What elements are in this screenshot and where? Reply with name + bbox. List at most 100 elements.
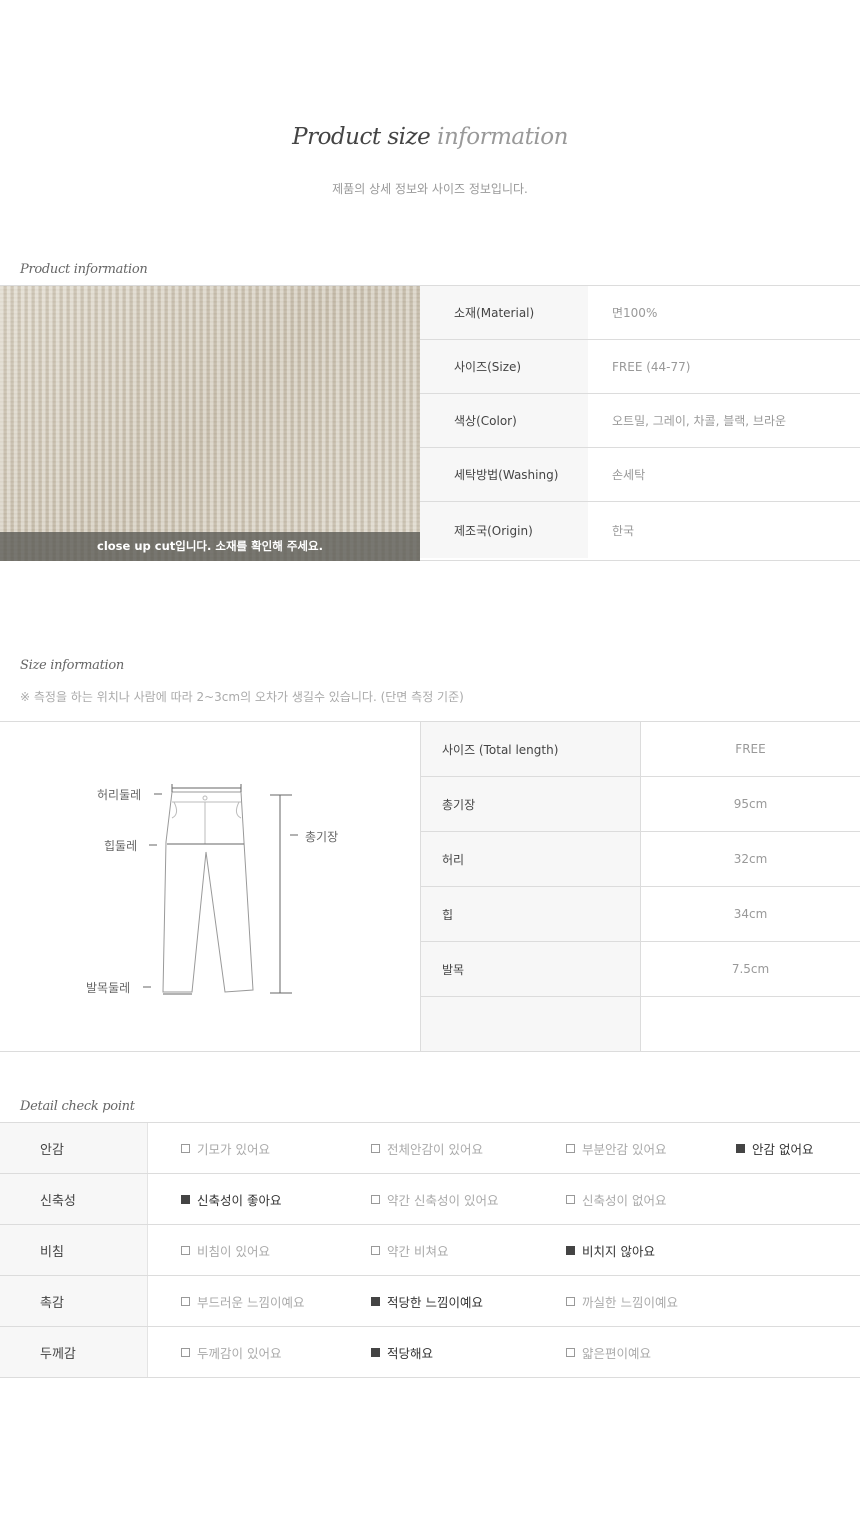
- option-label: 안감 없어요: [752, 1141, 814, 1157]
- table-row: 사이즈 (Total length) FREE: [421, 722, 860, 777]
- product-info-heading: Product information: [20, 262, 148, 277]
- table-row: 사이즈(Size) FREE (44-77): [420, 340, 860, 394]
- check-option: 전체안감이 있어요: [371, 1123, 483, 1173]
- table-row: 안감 기모가 있어요 전체안감이 있어요 부분안감 있어요 안감 없어요: [0, 1123, 860, 1174]
- row-value: FREE: [735, 742, 766, 756]
- checkbox-icon: [371, 1194, 380, 1204]
- checkbox-icon: [181, 1347, 190, 1357]
- option-label: 두께감이 있어요: [197, 1345, 282, 1361]
- row-value: 오트밀, 그레이, 차콜, 블랙, 브라운: [612, 414, 787, 428]
- table-row: 촉감 부드러운 느낌이예요 적당한 느낌이예요 까실한 느낌이예요: [0, 1276, 860, 1327]
- page-title: Product size information: [0, 124, 860, 150]
- table-row: 제조국(Origin) 한국: [420, 502, 860, 558]
- table-row: 소재(Material) 면100%: [420, 286, 860, 340]
- row-label: 발목: [421, 942, 641, 996]
- check-option: 두께감이 있어요: [181, 1327, 281, 1377]
- row-label: 제조국(Origin): [420, 502, 588, 558]
- row-label: 총기장: [421, 777, 641, 831]
- check-option: 적당한 느낌이예요: [371, 1276, 483, 1326]
- checkbox-icon: [181, 1245, 190, 1255]
- check-option: 비침이 있어요: [181, 1225, 270, 1275]
- check-option: 신축성이 좋아요: [181, 1174, 281, 1224]
- table-row: 총기장 95cm: [421, 777, 860, 832]
- checkbox-icon: [566, 1194, 575, 1204]
- check-option: 약간 신축성이 있어요: [371, 1174, 498, 1224]
- size-table: 사이즈 (Total length) FREE 총기장 95cm 허리 32cm…: [420, 722, 860, 1051]
- detail-check-table: 안감 기모가 있어요 전체안감이 있어요 부분안감 있어요 안감 없어요 신축성…: [0, 1122, 860, 1378]
- photo-caption: close up cut입니다. 소재를 확인해 주세요.: [0, 532, 420, 561]
- row-value: FREE (44-77): [612, 359, 691, 374]
- option-label: 부분안감 있어요: [582, 1141, 667, 1157]
- row-value: 34cm: [733, 907, 768, 921]
- checkbox-icon: [371, 1296, 380, 1306]
- row-label: 색상(Color): [420, 394, 588, 447]
- waist-label: 허리둘레: [97, 788, 142, 802]
- checkbox-icon: [181, 1143, 190, 1153]
- table-row: 두께감 두께감이 있어요 적당해요 얇은편이예요: [0, 1327, 860, 1378]
- row-label: 사이즈(Size): [420, 340, 588, 393]
- row-label: 힙: [421, 887, 641, 941]
- row-label: [421, 997, 641, 1051]
- row-label: 사이즈 (Total length): [421, 722, 641, 776]
- page-subtitle: 제품의 상세 정보와 사이즈 정보입니다.: [332, 182, 528, 196]
- table-row: 힙 34cm: [421, 887, 860, 942]
- check-option: 얇은편이예요: [566, 1327, 651, 1377]
- table-row: 신축성 신축성이 좋아요 약간 신축성이 있어요 신축성이 없어요: [0, 1174, 860, 1225]
- ankle-label: 발목둘레: [86, 981, 131, 995]
- detail-check-heading: Detail check point: [20, 1099, 135, 1114]
- check-option: 까실한 느낌이예요: [566, 1276, 678, 1326]
- product-info-table: 소재(Material) 면100% 사이즈(Size) FREE (44-77…: [420, 286, 860, 558]
- checkbox-icon: [371, 1347, 380, 1357]
- row-value: [641, 997, 860, 1051]
- table-row: 비침 비침이 있어요 약간 비쳐요 비치지 않아요: [0, 1225, 860, 1276]
- checkbox-icon: [566, 1296, 575, 1306]
- row-label: 두께감: [0, 1327, 148, 1377]
- option-label: 적당한 느낌이예요: [387, 1294, 483, 1310]
- checkbox-icon: [566, 1143, 575, 1153]
- row-label: 신축성: [0, 1174, 148, 1224]
- checkbox-icon: [371, 1143, 380, 1153]
- option-label: 비치지 않아요: [582, 1243, 655, 1259]
- option-label: 부드러운 느낌이예요: [197, 1294, 305, 1310]
- table-row: [421, 997, 860, 1051]
- table-row: 발목 7.5cm: [421, 942, 860, 997]
- checkbox-icon: [181, 1194, 190, 1204]
- pants-diagram: 허리둘레 힙둘레 발목둘레 총기장: [0, 722, 420, 1052]
- check-option: 부드러운 느낌이예요: [181, 1276, 304, 1326]
- option-label: 적당해요: [387, 1345, 434, 1361]
- check-option: 비치지 않아요: [566, 1225, 655, 1275]
- row-label: 촉감: [0, 1276, 148, 1326]
- total-length-label: 총기장: [305, 830, 339, 844]
- row-label: 세탁방법(Washing): [420, 448, 588, 501]
- row-label: 허리: [421, 832, 641, 886]
- row-value: 손세탁: [612, 468, 646, 482]
- size-info-heading: Size information: [20, 658, 124, 673]
- row-value: 면100%: [612, 306, 658, 320]
- option-label: 전체안감이 있어요: [387, 1141, 483, 1157]
- option-label: 기모가 있어요: [197, 1141, 270, 1157]
- option-label: 신축성이 없어요: [582, 1192, 667, 1208]
- row-value: 95cm: [733, 797, 768, 811]
- size-note: ※ 측정을 하는 위치나 사람에 따라 2~3cm의 오차가 생길수 있습니다.…: [20, 690, 464, 704]
- row-value: 7.5cm: [731, 962, 770, 976]
- checkbox-icon: [181, 1296, 190, 1306]
- row-label: 안감: [0, 1123, 148, 1173]
- check-option: 적당해요: [371, 1327, 433, 1377]
- check-option: 부분안감 있어요: [566, 1123, 666, 1173]
- fabric-closeup-photo: close up cut입니다. 소재를 확인해 주세요.: [0, 286, 420, 561]
- pants-illustration: [143, 784, 298, 995]
- page-title-accent: information: [437, 124, 568, 150]
- hip-label: 힙둘레: [104, 839, 138, 853]
- table-row: 세탁방법(Washing) 손세탁: [420, 448, 860, 502]
- table-row: 색상(Color) 오트밀, 그레이, 차콜, 블랙, 브라운: [420, 394, 860, 448]
- option-label: 약간 비쳐요: [387, 1243, 449, 1259]
- checkbox-icon: [566, 1245, 575, 1255]
- checkbox-icon: [736, 1143, 745, 1153]
- check-option: 안감 없어요: [736, 1123, 813, 1173]
- check-option: 약간 비쳐요: [371, 1225, 448, 1275]
- row-label: 비침: [0, 1225, 148, 1275]
- table-row: 허리 32cm: [421, 832, 860, 887]
- check-option: 신축성이 없어요: [566, 1174, 666, 1224]
- checkbox-icon: [371, 1245, 380, 1255]
- row-value: 한국: [612, 523, 635, 538]
